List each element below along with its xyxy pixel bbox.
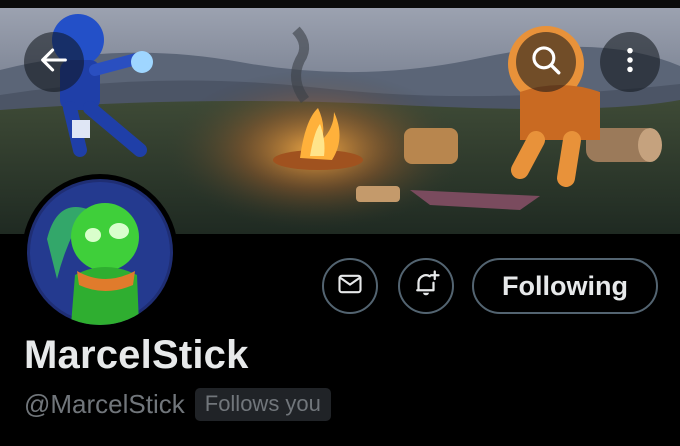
search-button[interactable]	[516, 32, 576, 92]
avatar	[27, 179, 173, 325]
user-handle: @MarcelStick	[24, 389, 185, 419]
envelope-icon	[336, 270, 364, 303]
more-vertical-icon	[615, 45, 645, 80]
notifications-button[interactable]	[398, 258, 454, 314]
bell-plus-icon	[411, 269, 441, 304]
more-options-button[interactable]	[600, 32, 660, 92]
back-button[interactable]	[24, 32, 84, 92]
message-button[interactable]	[322, 258, 378, 314]
profile-avatar[interactable]	[22, 174, 178, 330]
follows-you-badge: Follows you	[194, 388, 331, 421]
display-name: MarcelStick	[24, 333, 249, 377]
search-icon	[529, 43, 563, 82]
status-strip	[0, 0, 680, 8]
handle-row: @MarcelStick Follows you	[24, 388, 331, 421]
arrow-left-icon	[37, 43, 71, 82]
following-button[interactable]: Following	[472, 258, 658, 314]
